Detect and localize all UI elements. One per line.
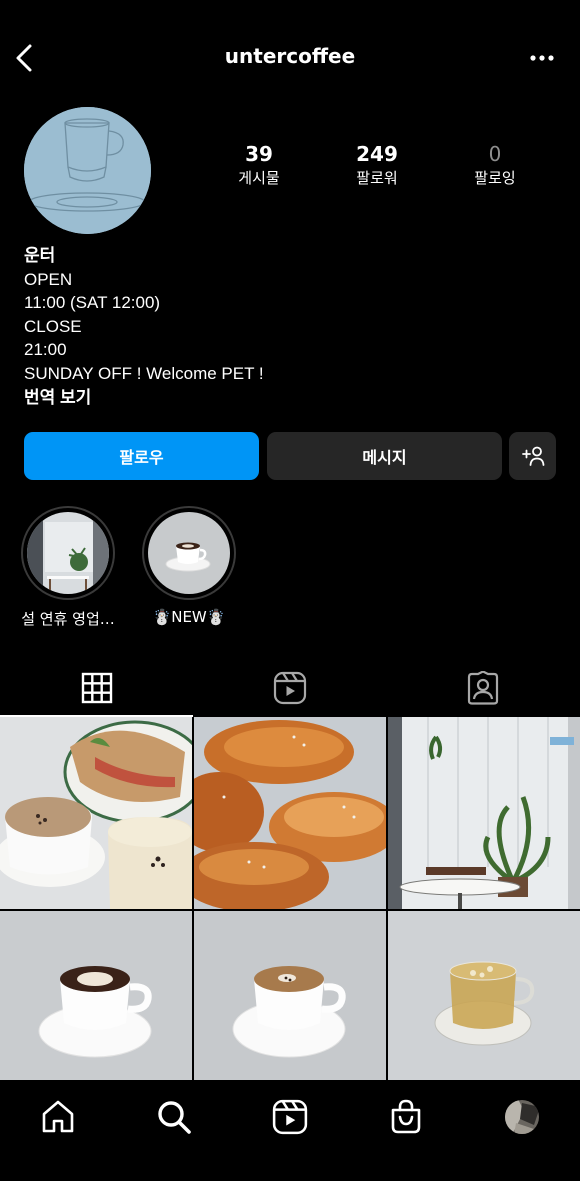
profile-stats: 39 게시물 249 팔로워 0 팔로잉 (200, 142, 556, 189)
bio-line: CLOSE (24, 316, 82, 336)
highlight-label: 설 연휴 영업… (21, 610, 115, 628)
nav-profile[interactable] (464, 1081, 580, 1181)
highlight-ring (21, 506, 115, 600)
search-icon (158, 1101, 191, 1134)
profile-tabs (0, 660, 580, 717)
stat-following[interactable]: 0 팔로잉 (436, 142, 554, 189)
bio-line: SUNDAY OFF ! Welcome PET ! (24, 363, 264, 383)
highlight-ring (142, 506, 236, 600)
suggest-users-button[interactable] (509, 432, 556, 480)
post-thumbnail[interactable] (388, 911, 580, 1080)
translate-link[interactable]: 번역 보기 (24, 386, 544, 410)
profile-bio: 운터 OPEN 11:00 (SAT 12:00) CLOSE 21:00 SU… (24, 244, 544, 409)
nav-search[interactable] (116, 1081, 232, 1181)
stat-followers[interactable]: 249 팔로워 (318, 142, 436, 189)
tab-reels[interactable] (193, 660, 386, 716)
page-title: untercoffee (224, 44, 356, 68)
reels-icon (272, 1099, 308, 1135)
following-label: 팔로잉 (474, 169, 516, 187)
bio-line: 11:00 (SAT 12:00) (24, 293, 161, 313)
post-thumbnail[interactable] (194, 717, 386, 909)
bio-line: OPEN (24, 269, 73, 289)
stat-posts[interactable]: 39 게시물 (200, 142, 318, 189)
profile-avatar[interactable] (24, 107, 151, 234)
profile-name: 운터 (24, 246, 56, 265)
bottom-navigation (0, 1081, 580, 1181)
coffee-cup-logo-icon (24, 107, 151, 234)
nav-reels[interactable] (232, 1081, 348, 1181)
posts-label: 게시물 (238, 169, 280, 187)
nav-shop[interactable] (348, 1081, 464, 1181)
grid-icon (81, 672, 112, 704)
highlight-cover (148, 512, 230, 594)
more-icon (530, 55, 554, 61)
post-grid (0, 717, 580, 1080)
tagged-icon (468, 671, 499, 705)
following-count: 0 (488, 142, 502, 166)
home-icon (42, 1100, 74, 1133)
reels-icon (273, 671, 307, 705)
highlight-cover (27, 512, 109, 594)
post-thumbnail[interactable] (194, 911, 386, 1080)
post-thumbnail[interactable] (0, 717, 192, 909)
profile-header: untercoffee (0, 30, 580, 86)
highlight-item[interactable]: ☃️NEW☃️ (139, 506, 239, 626)
profile-avatar (505, 1100, 539, 1134)
tab-posts-grid[interactable] (0, 660, 194, 717)
followers-label: 팔로워 (356, 169, 398, 187)
post-thumbnail[interactable] (388, 717, 580, 909)
nav-home[interactable] (0, 1081, 116, 1181)
tab-tagged[interactable] (387, 660, 580, 716)
more-options-button[interactable] (526, 44, 558, 72)
bio-line: 21:00 (24, 340, 67, 360)
followers-count: 249 (356, 142, 398, 166)
add-user-icon (521, 446, 544, 466)
message-button[interactable]: 메시지 (267, 432, 502, 480)
highlight-item[interactable]: 설 연휴 영업… (18, 506, 118, 629)
post-thumbnail[interactable] (0, 911, 192, 1080)
profile-actions: 팔로우 메시지 (24, 432, 556, 480)
story-highlights: 설 연휴 영업… ☃️NEW☃️ (0, 506, 580, 636)
shop-icon (391, 1099, 421, 1134)
highlight-label: ☃️NEW☃️ (152, 608, 226, 626)
follow-button[interactable]: 팔로우 (24, 432, 259, 480)
posts-count: 39 (245, 142, 273, 166)
